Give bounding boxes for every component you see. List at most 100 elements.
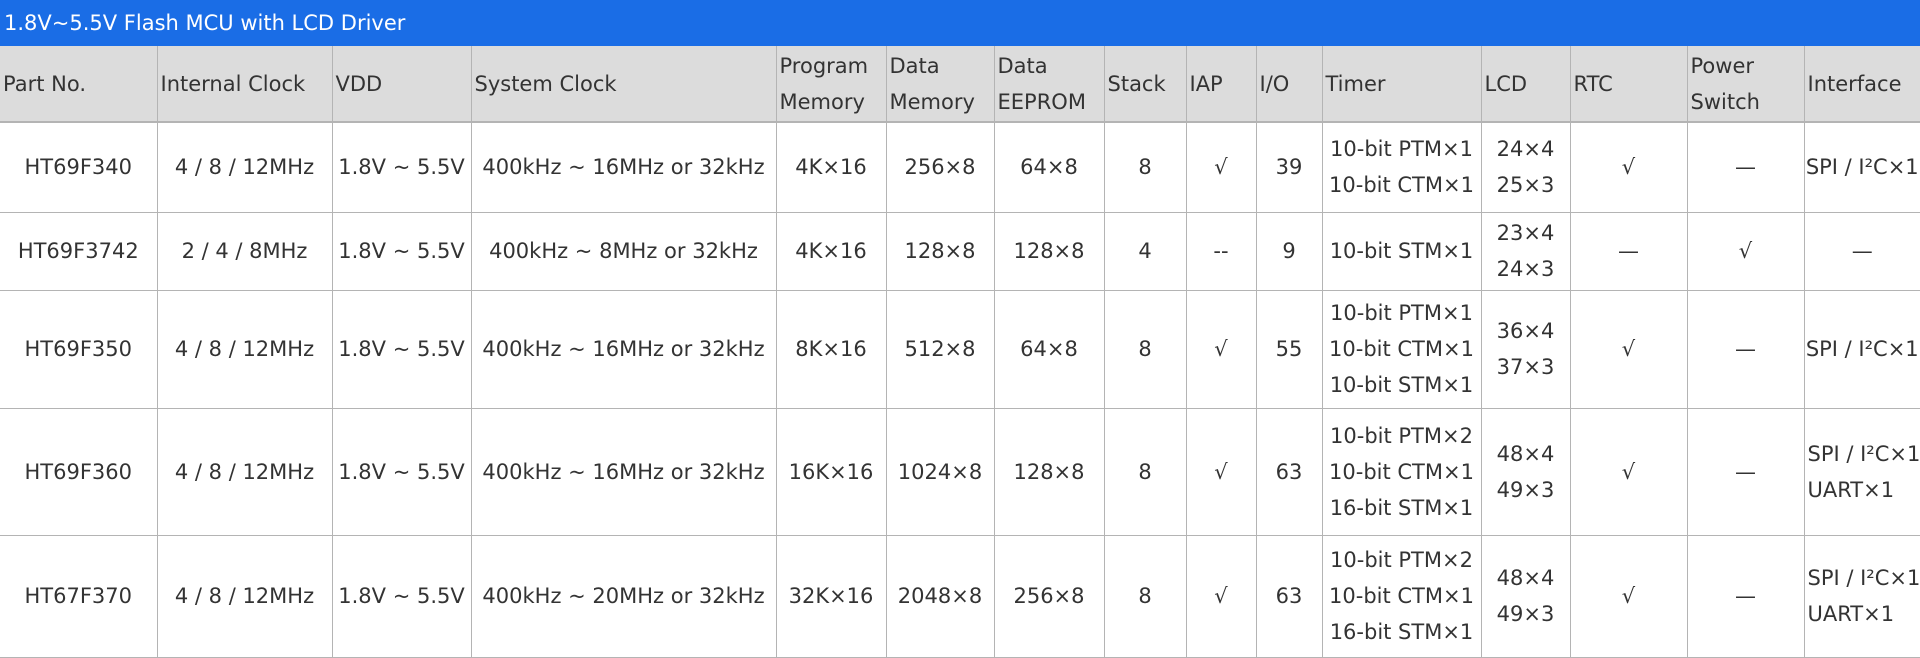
header-rtc: RTC xyxy=(1570,46,1687,122)
interface-line: SPI / I²C×1 xyxy=(1805,331,1920,367)
cell-io: 9 xyxy=(1256,212,1322,290)
header-lcd: LCD xyxy=(1481,46,1570,122)
timer-line: 10-bit PTM×1 xyxy=(1323,131,1481,167)
cell-rtc: — xyxy=(1570,212,1687,290)
lcd-line: 48×4 xyxy=(1482,436,1570,472)
table-title: 1.8V~5.5V Flash MCU with LCD Driver xyxy=(0,0,1920,46)
header-power-switch: PowerSwitch xyxy=(1687,46,1804,122)
timer-line: 10-bit STM×1 xyxy=(1323,233,1481,269)
cell-lcd: 48×4 49×3 xyxy=(1481,408,1570,535)
header-io: I/O xyxy=(1256,46,1322,122)
cell-internal-clock: 4 / 8 / 12MHz xyxy=(157,535,332,657)
cell-program-memory: 4K×16 xyxy=(776,212,886,290)
cell-part-no: HT67F370 xyxy=(0,535,157,657)
header-data-eeprom: DataEEPROM xyxy=(994,46,1104,122)
header-internal-clock: Internal Clock xyxy=(157,46,332,122)
cell-lcd: 36×4 37×3 xyxy=(1481,290,1570,408)
timer-line: 10-bit CTM×1 xyxy=(1323,578,1481,614)
interface-line: UART×1 xyxy=(1808,472,1920,508)
cell-io: 55 xyxy=(1256,290,1322,408)
cell-rtc: √ xyxy=(1570,122,1687,212)
cell-system-clock: 400kHz ~ 16MHz or 32kHz xyxy=(471,290,776,408)
lcd-line: 25×3 xyxy=(1482,167,1570,203)
cell-power-switch: — xyxy=(1687,408,1804,535)
cell-internal-clock: 4 / 8 / 12MHz xyxy=(157,408,332,535)
cell-program-memory: 8K×16 xyxy=(776,290,886,408)
cell-data-memory: 2048×8 xyxy=(886,535,994,657)
cell-data-eeprom: 128×8 xyxy=(994,212,1104,290)
cell-data-memory: 1024×8 xyxy=(886,408,994,535)
cell-system-clock: 400kHz ~ 16MHz or 32kHz xyxy=(471,122,776,212)
cell-timer: 10-bit PTM×1 10-bit CTM×1 10-bit STM×1 xyxy=(1322,290,1481,408)
timer-line: 10-bit PTM×2 xyxy=(1323,418,1481,454)
cell-iap: √ xyxy=(1186,535,1256,657)
cell-rtc: √ xyxy=(1570,408,1687,535)
cell-system-clock: 400kHz ~ 20MHz or 32kHz xyxy=(471,535,776,657)
cell-stack: 8 xyxy=(1104,290,1186,408)
header-part-no: Part No. xyxy=(0,46,157,122)
table-row: HT69F350 4 / 8 / 12MHz 1.8V ~ 5.5V 400kH… xyxy=(0,290,1920,408)
cell-internal-clock: 2 / 4 / 8MHz xyxy=(157,212,332,290)
header-vdd: VDD xyxy=(332,46,471,122)
table-row: HT69F360 4 / 8 / 12MHz 1.8V ~ 5.5V 400kH… xyxy=(0,408,1920,535)
cell-part-no: HT69F350 xyxy=(0,290,157,408)
cell-io: 39 xyxy=(1256,122,1322,212)
cell-program-memory: 16K×16 xyxy=(776,408,886,535)
cell-data-eeprom: 64×8 xyxy=(994,290,1104,408)
header-stack: Stack xyxy=(1104,46,1186,122)
cell-vdd: 1.8V ~ 5.5V xyxy=(332,122,471,212)
cell-data-memory: 512×8 xyxy=(886,290,994,408)
mcu-spec-table: Part No. Internal Clock VDD System Clock… xyxy=(0,46,1920,658)
lcd-line: 24×3 xyxy=(1482,251,1570,287)
cell-power-switch: — xyxy=(1687,290,1804,408)
cell-data-eeprom: 256×8 xyxy=(994,535,1104,657)
cell-data-eeprom: 128×8 xyxy=(994,408,1104,535)
interface-line: UART×1 xyxy=(1808,596,1920,632)
cell-interface: SPI / I²C×1 xyxy=(1804,122,1920,212)
lcd-line: 37×3 xyxy=(1482,349,1570,385)
timer-line: 10-bit PTM×1 xyxy=(1323,295,1481,331)
cell-interface: SPI / I²C×1 UART×1 xyxy=(1804,408,1920,535)
cell-stack: 8 xyxy=(1104,408,1186,535)
cell-program-memory: 32K×16 xyxy=(776,535,886,657)
cell-system-clock: 400kHz ~ 8MHz or 32kHz xyxy=(471,212,776,290)
header-row: Part No. Internal Clock VDD System Clock… xyxy=(0,46,1920,122)
interface-line: SPI / I²C×1 xyxy=(1808,436,1920,472)
table-row: HT69F3742 2 / 4 / 8MHz 1.8V ~ 5.5V 400kH… xyxy=(0,212,1920,290)
cell-iap: √ xyxy=(1186,408,1256,535)
cell-timer: 10-bit PTM×2 10-bit CTM×1 16-bit STM×1 xyxy=(1322,535,1481,657)
timer-line: 10-bit CTM×1 xyxy=(1323,167,1481,203)
cell-iap: -- xyxy=(1186,212,1256,290)
cell-interface: SPI / I²C×1 xyxy=(1804,290,1920,408)
timer-line: 10-bit PTM×2 xyxy=(1323,542,1481,578)
cell-iap: √ xyxy=(1186,290,1256,408)
lcd-line: 24×4 xyxy=(1482,131,1570,167)
cell-part-no: HT69F360 xyxy=(0,408,157,535)
cell-timer: 10-bit PTM×1 10-bit CTM×1 xyxy=(1322,122,1481,212)
cell-stack: 8 xyxy=(1104,122,1186,212)
lcd-line: 36×4 xyxy=(1482,313,1570,349)
cell-stack: 8 xyxy=(1104,535,1186,657)
interface-line: SPI / I²C×1 xyxy=(1805,149,1920,185)
cell-io: 63 xyxy=(1256,408,1322,535)
header-timer: Timer xyxy=(1322,46,1481,122)
lcd-line: 49×3 xyxy=(1482,472,1570,508)
cell-lcd: 48×4 49×3 xyxy=(1481,535,1570,657)
cell-power-switch: — xyxy=(1687,535,1804,657)
cell-interface: — xyxy=(1804,212,1920,290)
cell-program-memory: 4K×16 xyxy=(776,122,886,212)
cell-interface: SPI / I²C×1 UART×1 xyxy=(1804,535,1920,657)
cell-part-no: HT69F340 xyxy=(0,122,157,212)
cell-data-memory: 128×8 xyxy=(886,212,994,290)
cell-timer: 10-bit PTM×2 10-bit CTM×1 16-bit STM×1 xyxy=(1322,408,1481,535)
cell-rtc: √ xyxy=(1570,290,1687,408)
timer-line: 10-bit STM×1 xyxy=(1323,367,1481,403)
cell-vdd: 1.8V ~ 5.5V xyxy=(332,535,471,657)
lcd-line: 23×4 xyxy=(1482,215,1570,251)
cell-lcd: 24×4 25×3 xyxy=(1481,122,1570,212)
cell-rtc: √ xyxy=(1570,535,1687,657)
cell-part-no: HT69F3742 xyxy=(0,212,157,290)
cell-vdd: 1.8V ~ 5.5V xyxy=(332,212,471,290)
cell-lcd: 23×4 24×3 xyxy=(1481,212,1570,290)
cell-io: 63 xyxy=(1256,535,1322,657)
